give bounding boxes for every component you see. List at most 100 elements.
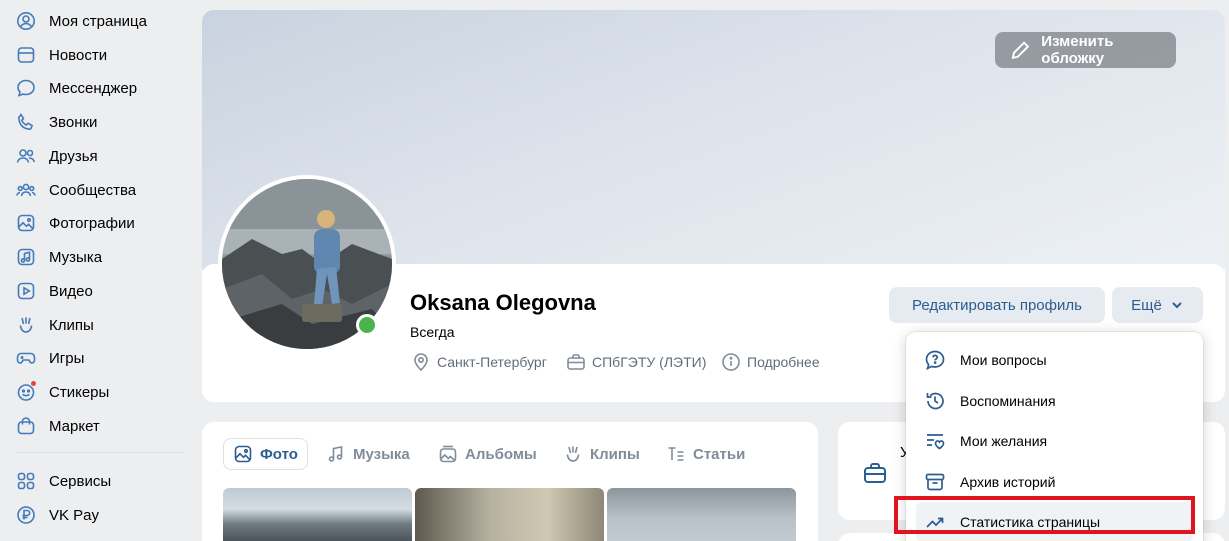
question-icon bbox=[925, 350, 945, 371]
market-icon bbox=[16, 416, 36, 436]
tab-label: Статьи bbox=[693, 445, 746, 463]
change-cover-button[interactable]: Изменить обложку bbox=[995, 32, 1176, 68]
sidebar-item-label: Новости bbox=[49, 46, 108, 64]
sidebar-item-messenger[interactable]: Мессенджер bbox=[0, 71, 190, 105]
sidebar-item-market[interactable]: Маркет bbox=[0, 409, 190, 443]
sidebar-item-photos[interactable]: Фотографии bbox=[0, 206, 190, 240]
video-icon bbox=[16, 281, 36, 301]
sidebar-item-news[interactable]: Новости bbox=[0, 38, 190, 72]
menu-item-memories[interactable]: Воспоминания bbox=[906, 381, 1203, 421]
sidebar-item-label: Звонки bbox=[49, 113, 98, 131]
menu-item-label: Архив историй bbox=[960, 474, 1056, 490]
phone-icon bbox=[16, 112, 36, 132]
menu-item-stories-archive[interactable]: Архив историй bbox=[906, 462, 1203, 502]
photo-thumbnail[interactable] bbox=[223, 488, 412, 541]
friends-icon bbox=[16, 146, 36, 166]
pencil-icon bbox=[1011, 41, 1030, 59]
profile-more-info-link[interactable]: Подробнее bbox=[721, 350, 820, 374]
articles-icon bbox=[668, 447, 684, 461]
sidebar-item-label: Стикеры bbox=[49, 383, 110, 401]
tab-photos[interactable]: Фото bbox=[223, 438, 308, 470]
sidebar-item-label: Сообщества bbox=[49, 181, 137, 199]
menu-item-wishlist[interactable]: Мои желания bbox=[906, 421, 1203, 461]
sidebar-item-label: Друзья bbox=[49, 147, 98, 165]
sidebar-item-label: Маркет bbox=[49, 417, 100, 435]
statistics-icon bbox=[926, 517, 944, 528]
sidebar-divider bbox=[16, 452, 184, 453]
sidebar-item-music[interactable]: Музыка bbox=[0, 240, 190, 274]
sidebar-item-label: Музыка bbox=[49, 248, 103, 266]
change-cover-label: Изменить обложку bbox=[1041, 33, 1114, 67]
tab-music[interactable]: Музыка bbox=[326, 438, 410, 470]
profile-status: Всегда bbox=[410, 324, 455, 340]
profile-university-label: СПбГЭТУ (ЛЭТИ) bbox=[592, 354, 707, 370]
sidebar-item-vkpay[interactable]: VK Pay bbox=[0, 498, 190, 532]
briefcase-icon bbox=[864, 463, 886, 483]
music-note-icon bbox=[328, 446, 343, 462]
vkpay-icon bbox=[16, 505, 36, 525]
music-icon bbox=[16, 247, 36, 267]
sidebar-item-label: VK Pay bbox=[49, 506, 100, 524]
online-status-indicator bbox=[356, 314, 378, 336]
profile-city[interactable]: Санкт-Петербург bbox=[411, 350, 547, 374]
wishlist-icon bbox=[927, 434, 945, 450]
sidebar-item-my-page[interactable]: Моя страница bbox=[0, 4, 190, 38]
albums-icon bbox=[439, 445, 457, 463]
photo-thumbnail[interactable] bbox=[415, 488, 604, 541]
photo-icon bbox=[16, 213, 36, 233]
sidebar-item-label: Сервисы bbox=[49, 472, 112, 490]
sidebar-item-label: Моя страница bbox=[49, 12, 147, 30]
tab-clips[interactable]: Клипы bbox=[563, 438, 640, 470]
message-icon bbox=[16, 78, 36, 98]
sidebar-item-label: Игры bbox=[49, 349, 85, 367]
sidebar-item-calls[interactable]: Звонки bbox=[0, 105, 190, 139]
sidebar-item-label: Мессенджер bbox=[49, 79, 138, 97]
menu-item-label: Мои желания bbox=[960, 433, 1048, 449]
sidebar-item-label: Фотографии bbox=[49, 214, 135, 232]
sidebar-item-clips[interactable]: Клипы bbox=[0, 308, 190, 342]
edit-profile-button[interactable]: Редактировать профиль bbox=[889, 287, 1105, 323]
profile-city-label: Санкт-Петербург bbox=[437, 354, 547, 370]
profile-more-info-label: Подробнее bbox=[747, 354, 820, 370]
more-button-label: Ещё bbox=[1131, 296, 1162, 314]
menu-item-my-questions[interactable]: Мои вопросы bbox=[906, 340, 1203, 380]
archive-icon bbox=[925, 473, 945, 491]
notification-dot bbox=[30, 380, 37, 387]
more-button[interactable]: Ещё bbox=[1112, 287, 1203, 323]
location-pin-icon bbox=[414, 353, 428, 372]
gamepad-icon bbox=[16, 348, 36, 368]
briefcase-icon bbox=[567, 354, 585, 370]
menu-item-label: Воспоминания bbox=[960, 393, 1056, 409]
news-icon bbox=[16, 45, 36, 65]
profile-university[interactable]: СПбГЭТУ (ЛЭТИ) bbox=[566, 350, 706, 374]
clips-icon bbox=[566, 446, 580, 462]
profile-name: Oksana Olegovna bbox=[410, 290, 596, 315]
tab-label: Музыка bbox=[353, 445, 410, 463]
info-icon bbox=[722, 353, 740, 371]
media-card: Фото Музыка Альбомы Клипы Статьи bbox=[202, 422, 818, 541]
tab-label: Фото bbox=[260, 445, 298, 463]
clips-icon bbox=[16, 315, 36, 335]
more-dropdown-menu: Мои вопросы Воспоминания Мои желания Арх… bbox=[906, 332, 1203, 541]
communities-icon bbox=[16, 180, 36, 200]
sidebar-item-services[interactable]: Сервисы bbox=[0, 464, 190, 498]
tab-label: Альбомы bbox=[465, 445, 537, 463]
sidebar-item-label: Клипы bbox=[49, 316, 94, 334]
sidebar-item-stickers[interactable]: Стикеры bbox=[0, 375, 190, 409]
sidebar-item-communities[interactable]: Сообщества bbox=[0, 173, 190, 207]
history-icon bbox=[926, 392, 944, 410]
photo-thumbnail[interactable] bbox=[607, 488, 796, 541]
photo-icon bbox=[234, 445, 252, 463]
sidebar-item-label: Видео bbox=[49, 282, 93, 300]
tab-albums[interactable]: Альбомы bbox=[438, 438, 537, 470]
tab-label: Клипы bbox=[590, 445, 640, 463]
user-circle-icon bbox=[16, 11, 36, 31]
sidebar-item-friends[interactable]: Друзья bbox=[0, 139, 190, 173]
chevron-down-icon bbox=[1172, 302, 1182, 309]
menu-item-label: Мои вопросы bbox=[960, 352, 1047, 368]
menu-item-page-statistics[interactable]: Статистика страницы bbox=[916, 502, 1193, 541]
sidebar-item-video[interactable]: Видео bbox=[0, 274, 190, 308]
sidebar-item-games[interactable]: Игры bbox=[0, 341, 190, 375]
tab-articles[interactable]: Статьи bbox=[666, 438, 745, 470]
services-icon bbox=[16, 471, 36, 491]
